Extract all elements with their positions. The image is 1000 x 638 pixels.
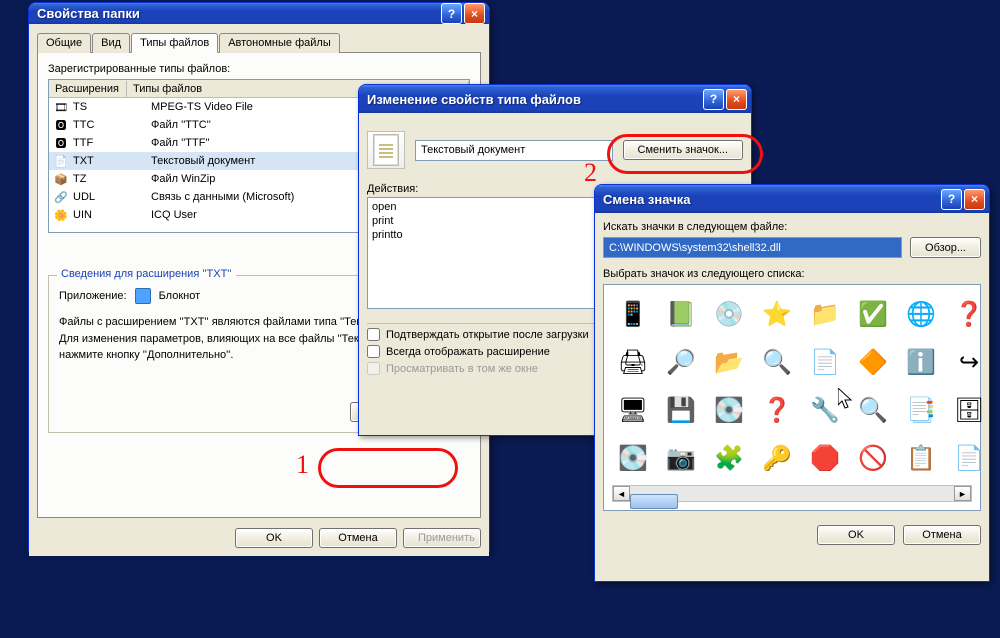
icon-cell[interactable]: 💽 <box>612 437 654 479</box>
file-icon: 📦 <box>53 171 69 187</box>
checkbox-confirm-open-input[interactable] <box>367 328 380 341</box>
icon-path-input[interactable] <box>603 237 902 258</box>
icon-cell[interactable]: 📁 <box>804 293 846 335</box>
browse-button[interactable]: Обзор... <box>910 237 981 258</box>
ok-button[interactable]: OK <box>817 525 895 545</box>
icon-cell[interactable]: ℹ️ <box>900 341 942 383</box>
filetype-icon <box>367 131 405 169</box>
icon-cell[interactable]: 📑 <box>900 389 942 431</box>
application-name: Блокнот <box>159 290 201 302</box>
icon-cell[interactable]: 🖥 <box>612 389 654 431</box>
registered-types-label: Зарегистрированные типы файлов: <box>48 63 470 75</box>
icon-cell[interactable]: 🔍 <box>756 341 798 383</box>
window-title: Изменение свойств типа файлов <box>367 92 701 107</box>
icon-cell[interactable]: 💾 <box>660 389 702 431</box>
icon-cell[interactable]: ↪ <box>948 341 990 383</box>
checkbox-always-show-ext-input[interactable] <box>367 345 380 358</box>
search-file-label: Искать значки в следующем файле: <box>603 221 981 233</box>
tabs: ОбщиеВидТипы файловАвтономные файлы <box>37 33 481 53</box>
icon-cell[interactable]: 🔑 <box>756 437 798 479</box>
file-icon: 🅾 <box>53 135 69 151</box>
icon-cell[interactable]: 🔍 <box>852 389 894 431</box>
scroll-left-icon[interactable]: ◄ <box>613 486 630 501</box>
titlebar[interactable]: Свойства папки ? × <box>29 3 489 24</box>
icon-cell[interactable]: 🔶 <box>852 341 894 383</box>
icon-cell[interactable]: 🖨 <box>612 341 654 383</box>
icon-cell[interactable]: 📂 <box>708 341 750 383</box>
icon-cell[interactable]: ⭐ <box>756 293 798 335</box>
icon-cell[interactable]: 🚫 <box>852 437 894 479</box>
ok-button[interactable]: OK <box>235 528 313 548</box>
type-name-input[interactable] <box>415 140 613 161</box>
icon-grid[interactable]: 📱📗💿⭐📁✅🌐❓🖨🔎📂🔍📄🔶ℹ️↪🖥💾💽❓🔧🔍📑🗄💽📷🧩🔑🛑🚫📋📄 <box>612 293 972 479</box>
cancel-button[interactable]: Отмена <box>319 528 397 548</box>
change-icon-window: Смена значка ? × Искать значки в следующ… <box>594 184 990 582</box>
scrollbar-thumb[interactable] <box>630 494 678 509</box>
help-icon[interactable]: ? <box>441 3 462 24</box>
help-icon[interactable]: ? <box>703 89 724 110</box>
close-icon[interactable]: × <box>726 89 747 110</box>
cancel-button[interactable]: Отмена <box>903 525 981 545</box>
titlebar[interactable]: Изменение свойств типа файлов ? × <box>359 85 751 113</box>
cell-ext: TZ <box>73 173 151 185</box>
file-icon: 📄 <box>53 153 69 169</box>
close-icon[interactable]: × <box>964 189 985 210</box>
tab-общие[interactable]: Общие <box>37 33 91 53</box>
window-title: Свойства папки <box>37 6 439 21</box>
icon-cell[interactable]: 💽 <box>708 389 750 431</box>
application-label: Приложение: <box>59 290 127 302</box>
file-icon: 🎞 <box>53 99 69 115</box>
icon-cell[interactable]: 📄 <box>804 341 846 383</box>
icon-cell[interactable]: 📄 <box>948 437 990 479</box>
cell-ext: TXT <box>73 155 151 167</box>
horizontal-scrollbar[interactable]: ◄ ► <box>612 485 972 502</box>
icon-cell[interactable]: 🗄 <box>948 389 990 431</box>
checkbox-same-window-input <box>367 362 380 375</box>
icon-cell[interactable]: ✅ <box>852 293 894 335</box>
icon-cell[interactable]: ❓ <box>948 293 990 335</box>
icon-cell[interactable]: 💿 <box>708 293 750 335</box>
close-icon[interactable]: × <box>464 3 485 24</box>
tab-типы-файлов[interactable]: Типы файлов <box>131 33 218 53</box>
window-title: Смена значка <box>603 192 939 207</box>
cell-ext: TS <box>73 101 151 113</box>
icon-cell[interactable]: 🔧 <box>804 389 846 431</box>
cell-ext: UDL <box>73 191 151 203</box>
tab-автономные-файлы[interactable]: Автономные файлы <box>219 33 340 53</box>
file-icon: 🌼 <box>53 207 69 223</box>
titlebar[interactable]: Смена значка ? × <box>595 185 989 213</box>
tab-вид[interactable]: Вид <box>92 33 130 53</box>
change-icon-button[interactable]: Сменить значок... <box>623 140 744 160</box>
cell-ext: TTF <box>73 137 151 149</box>
cell-ext: TTC <box>73 119 151 131</box>
group-legend: Сведения для расширения ''TXT'' <box>57 268 236 280</box>
column-ext[interactable]: Расширения <box>49 81 127 97</box>
scroll-right-icon[interactable]: ► <box>954 486 971 501</box>
icon-cell[interactable]: ❓ <box>756 389 798 431</box>
help-icon[interactable]: ? <box>941 189 962 210</box>
icon-cell[interactable]: 📱 <box>612 293 654 335</box>
file-icon: 🅾 <box>53 117 69 133</box>
cell-ext: UIN <box>73 209 151 221</box>
apply-button: Применить <box>403 528 481 548</box>
icon-cell[interactable]: 📷 <box>660 437 702 479</box>
pick-icon-label: Выбрать значок из следующего списка: <box>603 268 981 280</box>
icon-cell[interactable]: 🔎 <box>660 341 702 383</box>
icon-cell[interactable]: 📗 <box>660 293 702 335</box>
icon-cell[interactable]: 🛑 <box>804 437 846 479</box>
notepad-icon <box>135 288 151 304</box>
icon-cell[interactable]: 📋 <box>900 437 942 479</box>
file-icon: 🔗 <box>53 189 69 205</box>
icon-cell[interactable]: 🧩 <box>708 437 750 479</box>
icon-cell[interactable]: 🌐 <box>900 293 942 335</box>
